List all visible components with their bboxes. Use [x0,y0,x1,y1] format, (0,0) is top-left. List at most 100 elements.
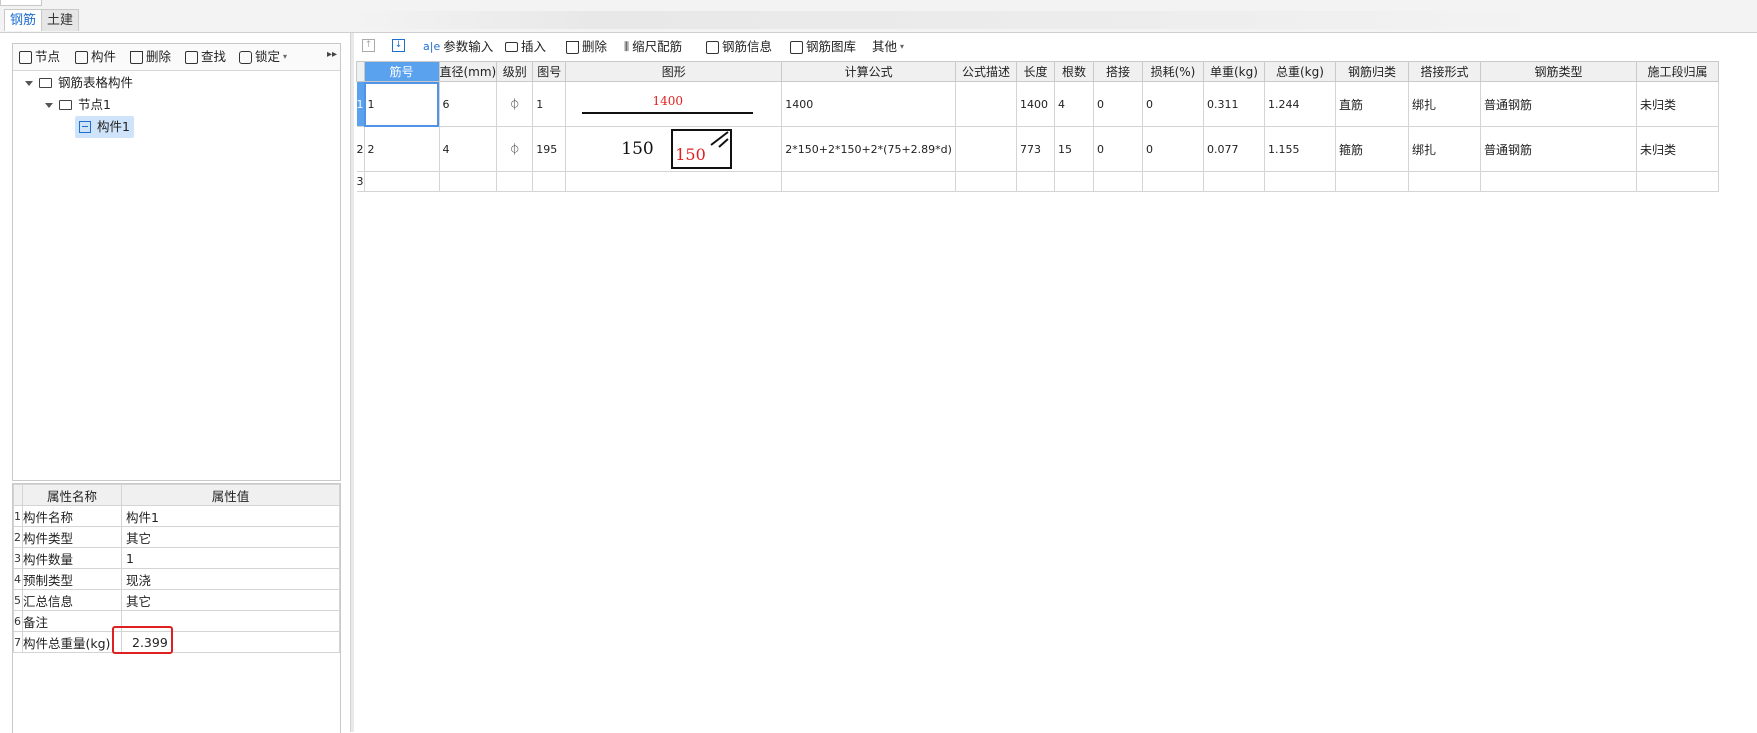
selected-component[interactable]: 构件1 [75,116,134,138]
table-row[interactable]: 1 1 6 ⏀ 1 1400 1400 1400 4 0 0 0.311 1.2… [356,81,1719,127]
stirrup-side-label[interactable]: 150 [621,139,653,159]
category-cell[interactable] [1334,171,1409,192]
count-cell[interactable]: 15 [1053,126,1094,172]
property-row[interactable]: 7 构件总重量(kg) 2.399 [13,631,340,653]
shape-cell[interactable]: 1400 [565,81,783,127]
bar-no-cell[interactable] [363,171,440,192]
category-cell[interactable]: 直筋 [1334,81,1409,127]
loss-cell[interactable]: 0 [1141,81,1204,127]
insert-button[interactable]: 插入 [505,38,546,56]
property-row[interactable]: 3 构件数量 1 [13,547,340,569]
col-header[interactable]: 图形 [565,61,783,82]
grade-cell[interactable]: ⏀ [496,81,534,127]
diameter-cell[interactable] [438,171,498,192]
category-cell[interactable]: 箍筋 [1334,126,1409,172]
tree-node-root[interactable]: 钢筋表格构件 [25,72,134,94]
shape-length-label[interactable]: 1400 [582,94,753,108]
fig-no-cell[interactable] [532,171,567,192]
prop-value[interactable]: 构件1 [121,505,340,527]
param-input-button[interactable]: a|e 参数输入 [423,38,493,56]
property-row[interactable]: 4 预制类型 现浇 [13,568,340,590]
count-cell[interactable] [1053,171,1094,192]
col-header[interactable]: 钢筋归类 [1334,61,1409,82]
grade-cell[interactable]: ⏀ [496,126,534,172]
prop-value[interactable]: 其它 [121,589,340,611]
lock-button[interactable]: 锁定 ▾ [239,48,287,66]
desc-cell[interactable] [954,126,1017,172]
total-weight-cell[interactable] [1263,171,1336,192]
lap-type-cell[interactable] [1407,171,1481,192]
length-cell[interactable]: 1400 [1015,81,1055,127]
other-menu-button[interactable]: 其他 ▾ [872,38,904,56]
rebar-type-cell[interactable]: 普通钢筋 [1479,126,1637,172]
stirrup-dim-label[interactable]: 150 [675,145,706,164]
col-header[interactable]: 图号 [532,61,567,82]
section-cell[interactable]: 未归类 [1635,81,1719,127]
grade-cell[interactable] [496,171,534,192]
col-header[interactable]: 级别 [496,61,534,82]
shape-cell[interactable]: 150 150 [565,126,783,172]
prop-value[interactable]: 其它 [121,526,340,548]
delete-button[interactable]: 删除 [130,48,171,66]
lap-type-cell[interactable]: 绑扎 [1407,126,1481,172]
col-header[interactable]: 搭接形式 [1407,61,1481,82]
fig-no-cell[interactable]: 195 [532,126,567,172]
count-cell[interactable]: 4 [1053,81,1094,127]
property-row[interactable]: 6 备注 [13,610,340,632]
col-header[interactable]: 公式描述 [954,61,1017,82]
col-header[interactable]: 筋号 [363,61,440,82]
length-cell[interactable] [1015,171,1055,192]
desc-cell[interactable] [954,81,1017,127]
col-header[interactable]: 施工段归属 [1635,61,1719,82]
add-component-button[interactable]: 构件 [75,48,116,66]
total-weight-cell[interactable]: 1.244 [1263,81,1336,127]
lap-cell[interactable]: 0 [1092,126,1143,172]
rebar-info-button[interactable]: 钢筋信息 [706,38,772,56]
formula-cell[interactable]: 1400 [781,81,956,127]
col-header[interactable]: 计算公式 [781,61,956,82]
table-row[interactable]: 2 2 4 ⏀ 195 150 150 2*150+2*150+2*(75+2.… [356,126,1719,172]
unit-weight-cell[interactable]: 0.077 [1202,126,1265,172]
loss-cell[interactable]: 0 [1141,126,1204,172]
desc-cell[interactable] [954,171,1017,192]
length-cell[interactable]: 773 [1015,126,1055,172]
property-row[interactable]: 1 构件名称 构件1 [13,505,340,527]
table-row[interactable]: 3 [356,171,1719,192]
col-header[interactable]: 单重(kg) [1202,61,1265,82]
col-header[interactable]: 总重(kg) [1263,61,1336,82]
formula-cell[interactable] [781,171,956,192]
bar-no-cell[interactable]: 2 [363,126,440,172]
property-row[interactable]: 2 构件类型 其它 [13,526,340,548]
section-cell[interactable] [1635,171,1719,192]
col-header[interactable]: 损耗(%) [1141,61,1204,82]
lap-cell[interactable]: 0 [1092,81,1143,127]
prop-value[interactable]: 现浇 [121,568,340,590]
delete-row-button[interactable]: 删除 [566,38,607,56]
loss-cell[interactable] [1141,171,1204,192]
rebar-library-button[interactable]: 钢筋图库 [790,38,856,56]
collapse-caret-icon[interactable] [45,102,53,108]
prop-value[interactable]: 1 [121,547,340,569]
scale-rebar-button[interactable]: ⫼ 缩尺配筋 [624,38,682,56]
col-header[interactable]: 直径(mm) [438,61,498,82]
unit-weight-cell[interactable]: 0.311 [1202,81,1265,127]
panel-splitter[interactable] [350,33,354,732]
rebar-type-cell[interactable] [1479,171,1637,192]
col-header[interactable]: 根数 [1053,61,1094,82]
tab-rebar[interactable]: 钢筋 [4,9,43,31]
col-header[interactable]: 长度 [1015,61,1055,82]
fig-no-cell[interactable]: 1 [532,81,567,127]
expand-arrows-icon[interactable]: ▸▸ [327,49,337,60]
move-down-icon[interactable]: ↓ [392,39,405,52]
tab-civil[interactable]: 土建 [41,9,80,31]
find-button[interactable]: 查找 [185,48,226,66]
diameter-cell[interactable]: 6 [438,81,498,127]
bar-no-cell[interactable]: 1 [363,81,440,127]
property-row[interactable]: 5 汇总信息 其它 [13,589,340,611]
tree-node-component1[interactable]: 构件1 [25,116,134,138]
unit-weight-cell[interactable] [1202,171,1265,192]
col-header[interactable]: 搭接 [1092,61,1143,82]
total-weight-cell[interactable]: 1.155 [1263,126,1336,172]
collapse-caret-icon[interactable] [25,80,33,86]
diameter-cell[interactable]: 4 [438,126,498,172]
